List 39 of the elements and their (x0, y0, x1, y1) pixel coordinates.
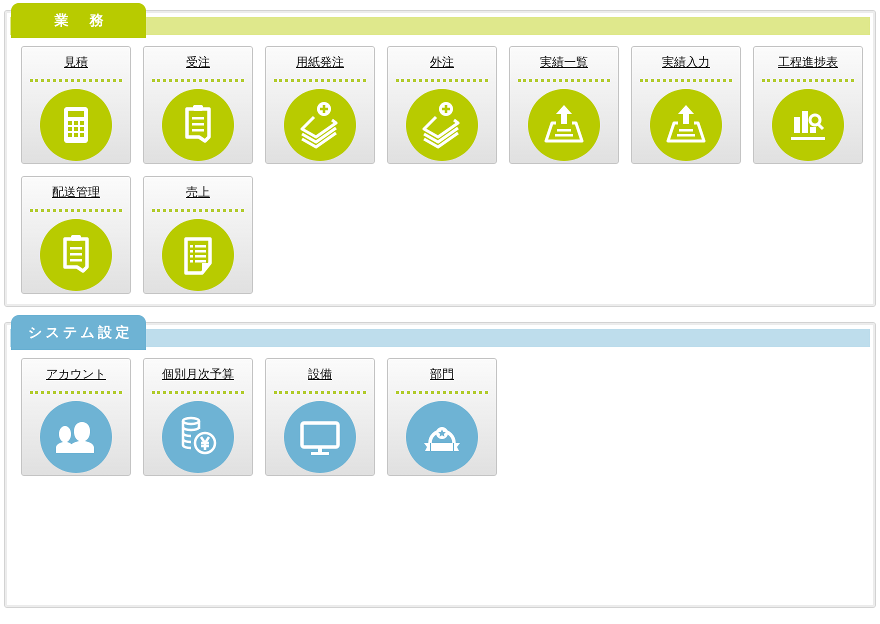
chart-search-icon (772, 89, 844, 161)
menu-tile[interactable]: 配送管理 (21, 176, 131, 294)
menu-tile[interactable]: 工程進捗表 (753, 46, 863, 164)
tile-label[interactable]: 売上 (186, 184, 210, 201)
tile-label[interactable]: 受注 (186, 54, 210, 71)
tile-label[interactable]: アカウント (46, 366, 106, 383)
tile-label[interactable]: 配送管理 (52, 184, 100, 201)
tile-label[interactable]: 工程進捗表 (778, 54, 838, 71)
clipboard-icon (40, 219, 112, 291)
tile-label[interactable]: 見積 (64, 54, 88, 71)
stack-plus-icon (284, 89, 356, 161)
tile-label[interactable]: 実績一覧 (540, 54, 588, 71)
tile-label[interactable]: 用紙発注 (296, 54, 344, 71)
menu-tile[interactable]: 部門 (387, 358, 497, 476)
menu-tile[interactable]: 売上 (143, 176, 253, 294)
menu-tile[interactable]: 実績一覧 (509, 46, 619, 164)
tile-label[interactable]: 部門 (430, 366, 454, 383)
tile-label[interactable]: 外注 (430, 54, 454, 71)
tile-label[interactable]: 実績入力 (662, 54, 710, 71)
clipboard-icon (162, 89, 234, 161)
menu-tile[interactable]: 設備 (265, 358, 375, 476)
menu-tile[interactable]: 個別月次予算 (143, 358, 253, 476)
menu-tile[interactable]: 見積 (21, 46, 131, 164)
coins-icon (162, 401, 234, 473)
monitor-icon (284, 401, 356, 473)
users-icon (40, 401, 112, 473)
document-icon (162, 219, 234, 291)
tile-label[interactable]: 個別月次予算 (162, 366, 234, 383)
tile-label[interactable]: 設備 (308, 366, 332, 383)
menu-tile[interactable]: 受注 (143, 46, 253, 164)
badge-icon (406, 401, 478, 473)
menu-tile[interactable]: 外注 (387, 46, 497, 164)
tray-upload-icon (528, 89, 600, 161)
tray-upload-icon (650, 89, 722, 161)
menu-tile[interactable]: 実績入力 (631, 46, 741, 164)
menu-tile[interactable]: アカウント (21, 358, 131, 476)
menu-tile[interactable]: 用紙発注 (265, 46, 375, 164)
calculator-icon (40, 89, 112, 161)
stack-plus-icon (406, 89, 478, 161)
